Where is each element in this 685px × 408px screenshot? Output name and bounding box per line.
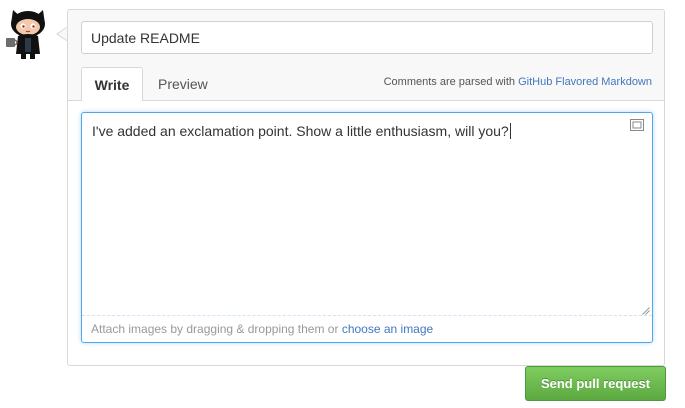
- markdown-note-prefix: Comments are parsed with: [383, 76, 519, 88]
- attach-images-prefix: Attach images by dragging & dropping the…: [91, 322, 342, 336]
- pull-request-form: Write Preview Comments are parsed with G…: [67, 9, 665, 366]
- markdown-help-link[interactable]: GitHub Flavored Markdown: [518, 76, 652, 88]
- avatar[interactable]: [0, 4, 56, 60]
- resize-handle-icon[interactable]: [642, 307, 650, 315]
- tab-write[interactable]: Write: [81, 67, 143, 101]
- octocat-avatar-icon: [0, 4, 56, 60]
- fullscreen-icon[interactable]: [630, 119, 644, 131]
- choose-image-link[interactable]: choose an image: [342, 322, 433, 336]
- tab-preview[interactable]: Preview: [158, 67, 208, 101]
- markdown-note: Comments are parsed with GitHub Flavored…: [384, 76, 652, 88]
- comment-body-field[interactable]: I've added an exclamation point. Show a …: [92, 123, 511, 139]
- comment-body-text: I've added an exclamation point. Show a …: [92, 123, 509, 139]
- send-pull-request-button[interactable]: Send pull request: [525, 366, 666, 401]
- attach-images-bar[interactable]: Attach images by dragging & dropping the…: [82, 315, 652, 342]
- title-input[interactable]: [81, 21, 653, 54]
- comment-body-editor[interactable]: I've added an exclamation point. Show a …: [81, 112, 653, 343]
- text-caret: [509, 123, 511, 139]
